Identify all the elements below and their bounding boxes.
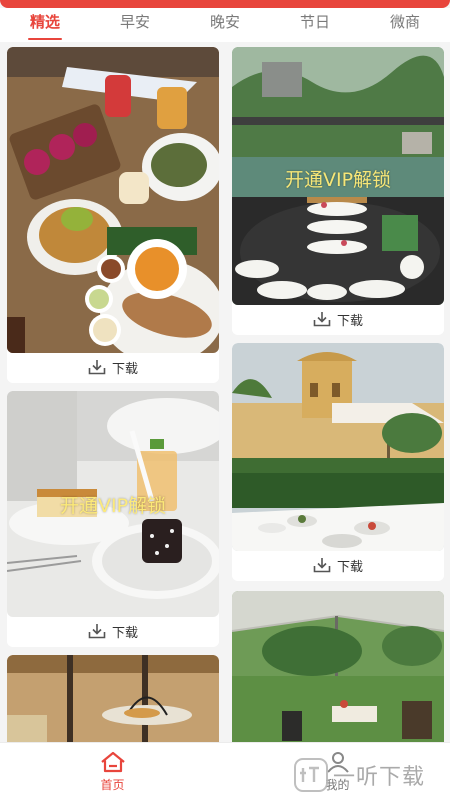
download-button[interactable]: 下载 (232, 305, 444, 333)
card-image[interactable] (232, 591, 444, 742)
download-label: 下载 (336, 313, 363, 329)
image-card[interactable] (7, 655, 219, 742)
card-image[interactable] (7, 655, 219, 742)
download-label: 下载 (111, 625, 138, 641)
image-feed: 下载 开通VIP解锁 下载 开通VIP解锁 下载 下载 (0, 42, 450, 742)
card-image[interactable] (232, 343, 444, 551)
card-image[interactable]: 开通VIP解锁 (7, 391, 219, 617)
tab-wechat-business[interactable]: 微商 (384, 8, 426, 42)
tab-morning[interactable]: 早安 (114, 8, 156, 42)
image-card[interactable]: 开通VIP解锁 下载 (7, 391, 219, 647)
download-label: 下载 (336, 559, 363, 575)
download-icon (313, 558, 331, 573)
cafe-interior-photo (7, 655, 219, 742)
food-table-photo (7, 47, 219, 353)
download-label: 下载 (111, 361, 138, 377)
watermark-text: 一听下载 (333, 765, 426, 790)
villa-garden-photo (232, 343, 444, 551)
image-card[interactable]: 下载 (7, 47, 219, 383)
image-card[interactable] (232, 591, 444, 742)
card-image[interactable]: 开通VIP解锁 (232, 47, 444, 305)
watermark-logo-icon (294, 758, 328, 792)
tab-featured[interactable]: 精选 (24, 8, 66, 42)
download-icon (313, 312, 331, 327)
tab-night[interactable]: 晚安 (204, 8, 246, 42)
nav-home[interactable]: 首页 (0, 743, 225, 800)
site-watermark: 一听下载 (293, 755, 448, 795)
garden-canopy-photo (232, 591, 444, 742)
download-button[interactable]: 下载 (232, 551, 444, 579)
download-icon (88, 624, 106, 639)
download-button[interactable]: 下载 (7, 617, 219, 645)
home-icon (100, 751, 125, 772)
vip-unlock-overlay[interactable]: 开通VIP解锁 (7, 491, 219, 518)
vip-unlock-overlay[interactable]: 开通VIP解锁 (232, 165, 444, 192)
image-card[interactable]: 下载 (232, 343, 444, 581)
nav-home-label: 首页 (100, 777, 125, 792)
download-button[interactable]: 下载 (7, 353, 219, 381)
top-accent-bar (0, 0, 450, 8)
tab-holiday[interactable]: 节日 (294, 8, 336, 42)
category-tabs: 精选 早安 晚安 节日 微商 (0, 8, 450, 42)
card-image[interactable] (7, 47, 219, 353)
download-icon (88, 360, 106, 375)
image-card[interactable]: 开通VIP解锁 下载 (232, 47, 444, 335)
